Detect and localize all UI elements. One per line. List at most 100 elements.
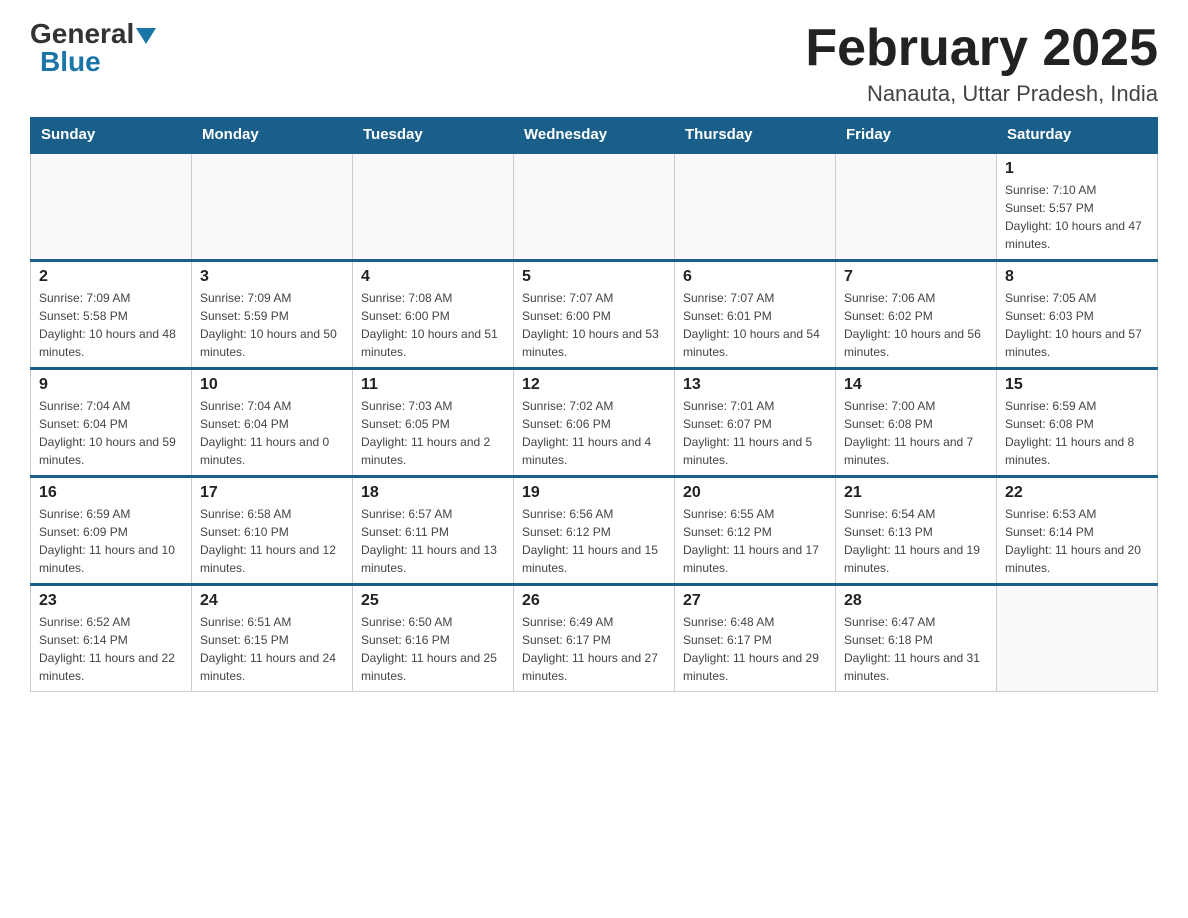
table-row: 2 Sunrise: 7:09 AMSunset: 5:58 PMDaylight… (31, 261, 192, 369)
day-info: Sunrise: 7:04 AMSunset: 6:04 PMDaylight:… (200, 397, 344, 469)
calendar-week-row: 9 Sunrise: 7:04 AMSunset: 6:04 PMDaylight… (31, 369, 1158, 477)
header-sunday: Sunday (31, 118, 192, 153)
table-row: 23 Sunrise: 6:52 AMSunset: 6:14 PMDayligh… (31, 585, 192, 692)
day-info: Sunrise: 6:59 AMSunset: 6:08 PMDaylight:… (1005, 397, 1149, 469)
table-row (514, 153, 675, 261)
day-info: Sunrise: 7:02 AMSunset: 6:06 PMDaylight:… (522, 397, 666, 469)
day-info: Sunrise: 6:52 AMSunset: 6:14 PMDaylight:… (39, 613, 183, 685)
table-row: 24 Sunrise: 6:51 AMSunset: 6:15 PMDayligh… (192, 585, 353, 692)
table-row: 9 Sunrise: 7:04 AMSunset: 6:04 PMDaylight… (31, 369, 192, 477)
day-info: Sunrise: 7:10 AMSunset: 5:57 PMDaylight:… (1005, 181, 1149, 253)
day-number: 20 (683, 484, 827, 502)
day-number: 17 (200, 484, 344, 502)
day-number: 23 (39, 592, 183, 610)
day-number: 3 (200, 268, 344, 286)
day-info: Sunrise: 6:57 AMSunset: 6:11 PMDaylight:… (361, 505, 505, 577)
day-info: Sunrise: 6:58 AMSunset: 6:10 PMDaylight:… (200, 505, 344, 577)
day-info: Sunrise: 7:09 AMSunset: 5:58 PMDaylight:… (39, 289, 183, 361)
table-row: 4 Sunrise: 7:08 AMSunset: 6:00 PMDaylight… (353, 261, 514, 369)
day-info: Sunrise: 7:05 AMSunset: 6:03 PMDaylight:… (1005, 289, 1149, 361)
day-number: 25 (361, 592, 505, 610)
day-info: Sunrise: 6:53 AMSunset: 6:14 PMDaylight:… (1005, 505, 1149, 577)
table-row: 22 Sunrise: 6:53 AMSunset: 6:14 PMDayligh… (997, 477, 1158, 585)
table-row (997, 585, 1158, 692)
day-number: 24 (200, 592, 344, 610)
day-info: Sunrise: 7:09 AMSunset: 5:59 PMDaylight:… (200, 289, 344, 361)
day-info: Sunrise: 7:07 AMSunset: 6:00 PMDaylight:… (522, 289, 666, 361)
logo: General Blue (30, 20, 156, 76)
table-row: 6 Sunrise: 7:07 AMSunset: 6:01 PMDaylight… (675, 261, 836, 369)
day-info: Sunrise: 6:55 AMSunset: 6:12 PMDaylight:… (683, 505, 827, 577)
table-row: 1 Sunrise: 7:10 AMSunset: 5:57 PMDaylight… (997, 153, 1158, 261)
day-number: 5 (522, 268, 666, 286)
table-row: 16 Sunrise: 6:59 AMSunset: 6:09 PMDayligh… (31, 477, 192, 585)
day-number: 10 (200, 376, 344, 394)
day-info: Sunrise: 6:49 AMSunset: 6:17 PMDaylight:… (522, 613, 666, 685)
table-row: 17 Sunrise: 6:58 AMSunset: 6:10 PMDayligh… (192, 477, 353, 585)
day-info: Sunrise: 6:47 AMSunset: 6:18 PMDaylight:… (844, 613, 988, 685)
day-number: 1 (1005, 160, 1149, 178)
day-info: Sunrise: 7:07 AMSunset: 6:01 PMDaylight:… (683, 289, 827, 361)
calendar-title: February 2025 (805, 20, 1158, 77)
calendar-header-row: Sunday Monday Tuesday Wednesday Thursday… (31, 118, 1158, 153)
table-row: 14 Sunrise: 7:00 AMSunset: 6:08 PMDayligh… (836, 369, 997, 477)
day-number: 14 (844, 376, 988, 394)
table-row: 20 Sunrise: 6:55 AMSunset: 6:12 PMDayligh… (675, 477, 836, 585)
table-row: 27 Sunrise: 6:48 AMSunset: 6:17 PMDayligh… (675, 585, 836, 692)
table-row (836, 153, 997, 261)
table-row: 3 Sunrise: 7:09 AMSunset: 5:59 PMDaylight… (192, 261, 353, 369)
day-number: 12 (522, 376, 666, 394)
table-row: 18 Sunrise: 6:57 AMSunset: 6:11 PMDayligh… (353, 477, 514, 585)
table-row: 8 Sunrise: 7:05 AMSunset: 6:03 PMDaylight… (997, 261, 1158, 369)
day-info: Sunrise: 7:00 AMSunset: 6:08 PMDaylight:… (844, 397, 988, 469)
day-number: 7 (844, 268, 988, 286)
table-row: 26 Sunrise: 6:49 AMSunset: 6:17 PMDayligh… (514, 585, 675, 692)
table-row: 5 Sunrise: 7:07 AMSunset: 6:00 PMDaylight… (514, 261, 675, 369)
logo-triangle-icon (136, 28, 156, 44)
day-number: 28 (844, 592, 988, 610)
day-number: 11 (361, 376, 505, 394)
table-row: 28 Sunrise: 6:47 AMSunset: 6:18 PMDayligh… (836, 585, 997, 692)
header-thursday: Thursday (675, 118, 836, 153)
day-number: 13 (683, 376, 827, 394)
table-row: 7 Sunrise: 7:06 AMSunset: 6:02 PMDaylight… (836, 261, 997, 369)
calendar-week-row: 2 Sunrise: 7:09 AMSunset: 5:58 PMDaylight… (31, 261, 1158, 369)
day-number: 6 (683, 268, 827, 286)
header-monday: Monday (192, 118, 353, 153)
calendar-subtitle: Nanauta, Uttar Pradesh, India (805, 81, 1158, 107)
table-row: 13 Sunrise: 7:01 AMSunset: 6:07 PMDayligh… (675, 369, 836, 477)
day-number: 21 (844, 484, 988, 502)
day-number: 22 (1005, 484, 1149, 502)
day-number: 9 (39, 376, 183, 394)
day-number: 27 (683, 592, 827, 610)
day-number: 18 (361, 484, 505, 502)
table-row: 25Sunrise: 6:50 AMSunset: 6:16 PMDayligh… (353, 585, 514, 692)
table-row: 11 Sunrise: 7:03 AMSunset: 6:05 PMDayligh… (353, 369, 514, 477)
day-info: Sunrise: 7:03 AMSunset: 6:05 PMDaylight:… (361, 397, 505, 469)
header-friday: Friday (836, 118, 997, 153)
day-number: 16 (39, 484, 183, 502)
logo-blue-text: Blue (40, 48, 101, 76)
day-number: 8 (1005, 268, 1149, 286)
day-info: Sunrise: 6:51 AMSunset: 6:15 PMDaylight:… (200, 613, 344, 685)
day-number: 4 (361, 268, 505, 286)
day-number: 19 (522, 484, 666, 502)
table-row: 10 Sunrise: 7:04 AMSunset: 6:04 PMDayligh… (192, 369, 353, 477)
calendar-table: Sunday Monday Tuesday Wednesday Thursday… (30, 117, 1158, 692)
day-info: Sunrise: 7:06 AMSunset: 6:02 PMDaylight:… (844, 289, 988, 361)
calendar-week-row: 16 Sunrise: 6:59 AMSunset: 6:09 PMDayligh… (31, 477, 1158, 585)
day-number: 15 (1005, 376, 1149, 394)
day-info: Sunrise: 6:59 AMSunset: 6:09 PMDaylight:… (39, 505, 183, 577)
table-row: 12 Sunrise: 7:02 AMSunset: 6:06 PMDayligh… (514, 369, 675, 477)
day-info: Sunrise: 7:08 AMSunset: 6:00 PMDaylight:… (361, 289, 505, 361)
table-row: 21Sunrise: 6:54 AMSunset: 6:13 PMDayligh… (836, 477, 997, 585)
day-info: Sunrise: 6:48 AMSunset: 6:17 PMDaylight:… (683, 613, 827, 685)
calendar-week-row: 1 Sunrise: 7:10 AMSunset: 5:57 PMDaylight… (31, 153, 1158, 261)
logo-general-text: General (30, 20, 134, 48)
day-number: 26 (522, 592, 666, 610)
table-row: 19Sunrise: 6:56 AMSunset: 6:12 PMDayligh… (514, 477, 675, 585)
day-info: Sunrise: 7:01 AMSunset: 6:07 PMDaylight:… (683, 397, 827, 469)
table-row (675, 153, 836, 261)
day-number: 2 (39, 268, 183, 286)
day-info: Sunrise: 7:04 AMSunset: 6:04 PMDaylight:… (39, 397, 183, 469)
